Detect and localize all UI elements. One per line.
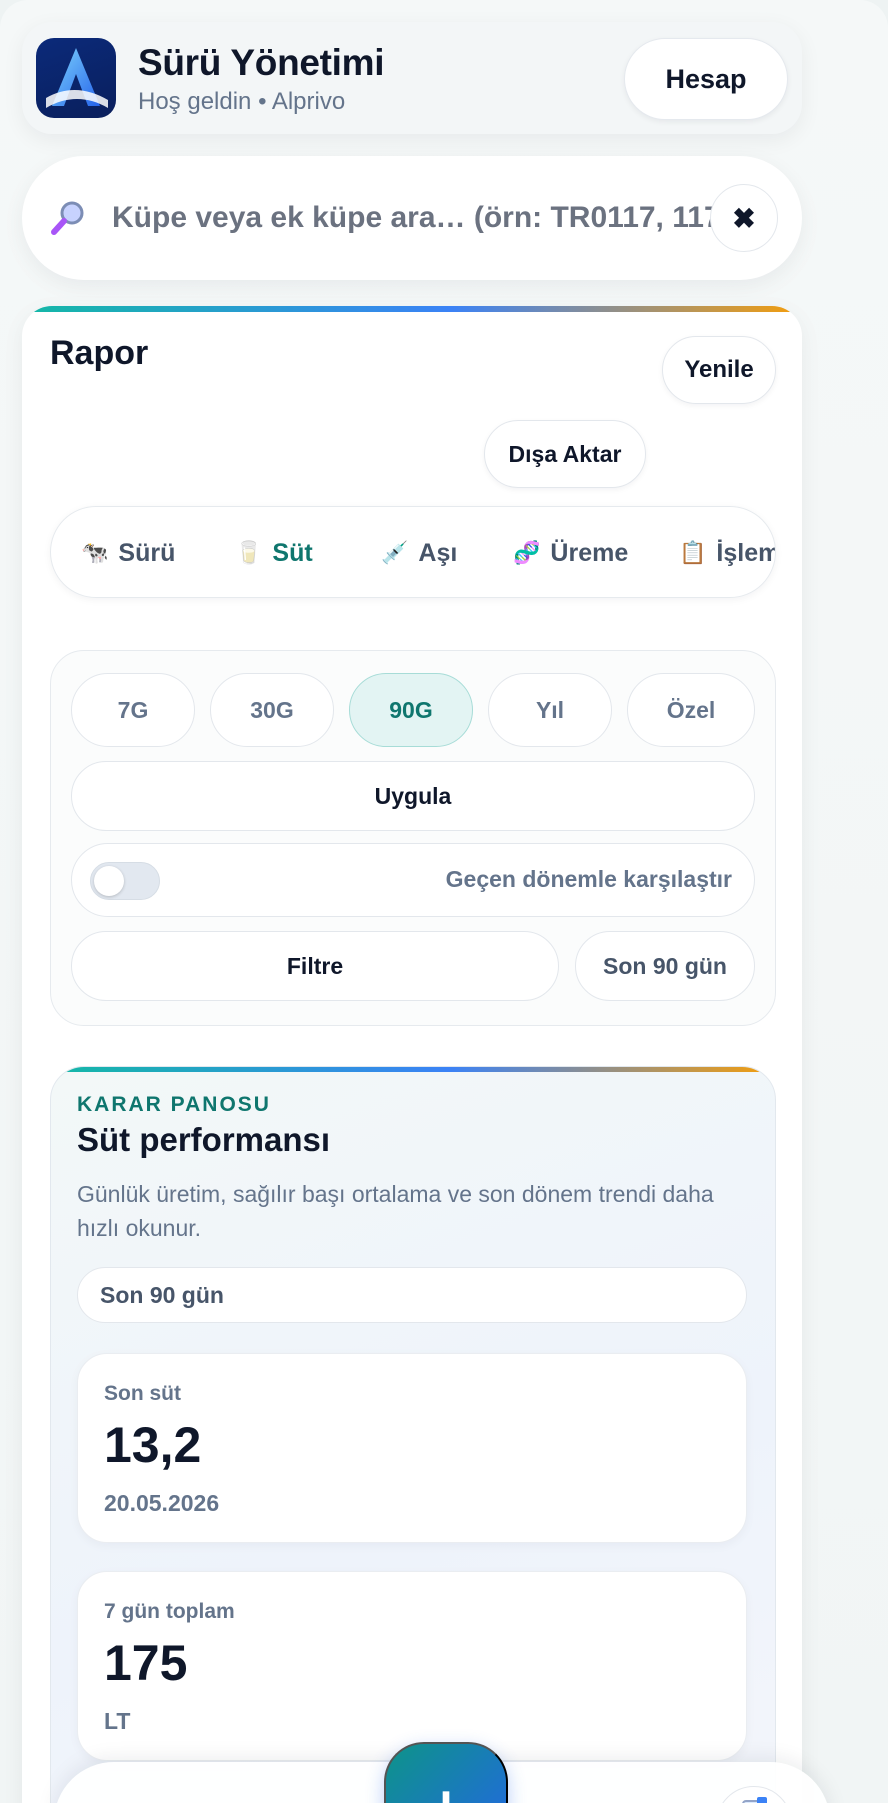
apply-button[interactable]: Uygula xyxy=(71,761,755,831)
compare-label: Geçen dönemle karşılaştır xyxy=(445,866,732,892)
tab-label: Süt xyxy=(272,538,313,567)
stat-value: 13,2 xyxy=(104,1417,202,1473)
report-card: Rapor Yenile Dışa Aktar 🐄 Sürü 🥛 Süt 💉 A… xyxy=(22,306,802,1803)
range-30g-button[interactable]: 30G xyxy=(210,673,334,747)
add-fab-button[interactable]: + xyxy=(384,1742,508,1803)
app-header: Sürü Yönetimi Hoş geldin • Alprivo Hesap xyxy=(22,22,802,134)
stat-label: 7 gün toplam xyxy=(104,1600,235,1623)
stat-date: 20.05.2026 xyxy=(104,1490,220,1516)
decision-description: Günlük üretim, sağılır başı ortalama ve … xyxy=(77,1181,714,1241)
stat-card-last-milk: Son süt 13,2 20.05.2026 xyxy=(77,1353,747,1543)
tab-sut[interactable]: 🥛 Süt xyxy=(235,507,313,597)
decision-eyebrow: KARAR PANOSU xyxy=(77,1093,271,1116)
document-icon[interactable] xyxy=(716,1786,792,1803)
range-yil-button[interactable]: Yıl xyxy=(488,673,612,747)
filter-button[interactable]: Filtre xyxy=(71,931,559,1001)
dna-icon: 🧬 xyxy=(513,540,541,565)
account-button[interactable]: Hesap xyxy=(624,38,788,120)
tab-suru[interactable]: 🐄 Sürü xyxy=(81,507,176,597)
export-button[interactable]: Dışa Aktar xyxy=(484,420,646,488)
cow-icon: 🐄 xyxy=(81,540,109,565)
decision-title: Süt performansı xyxy=(77,1121,331,1158)
stat-label: Son süt xyxy=(104,1382,181,1405)
period-chip: Son 90 gün xyxy=(77,1267,747,1323)
decision-panel: KARAR PANOSU Süt performansı Günlük üret… xyxy=(50,1066,776,1803)
app-screen: Sürü Yönetimi Hoş geldin • Alprivo Hesap… xyxy=(0,0,888,1803)
clipboard-icon: 📋 xyxy=(679,540,707,565)
tab-ureme[interactable]: 🧬 Üreme xyxy=(513,507,629,597)
tab-label: İşlemler xyxy=(716,538,775,567)
tab-label: Üreme xyxy=(550,538,629,567)
compare-toggle[interactable] xyxy=(90,862,160,900)
app-title: Sürü Yönetimi xyxy=(138,42,385,83)
milk-icon: 🥛 xyxy=(235,540,263,565)
range-90g-button[interactable]: 90G xyxy=(349,673,473,747)
clear-search-button[interactable]: ✖ xyxy=(710,184,778,252)
refresh-button[interactable]: Yenile xyxy=(662,336,776,404)
compare-row: Geçen dönemle karşılaştır xyxy=(71,843,755,917)
report-tabs: 🐄 Sürü 🥛 Süt 💉 Aşı 🧬 Üreme 📋 İşlemler xyxy=(50,506,776,598)
report-title: Rapor xyxy=(50,334,149,372)
stat-value: 175 xyxy=(104,1635,188,1691)
search-input[interactable] xyxy=(112,186,712,250)
tab-label: Aşı xyxy=(418,538,458,567)
toggle-knob xyxy=(94,866,124,896)
filter-panel: 7G 30G 90G Yıl Özel Uygula Geçen dönemle… xyxy=(50,650,776,1026)
range-7g-button[interactable]: 7G xyxy=(71,673,195,747)
syringe-icon: 💉 xyxy=(381,540,409,565)
app-logo-icon xyxy=(36,38,116,118)
range-ozel-button[interactable]: Özel xyxy=(627,673,755,747)
search-bar: ✖ xyxy=(22,156,802,280)
stat-unit: LT xyxy=(104,1708,131,1734)
tab-label: Sürü xyxy=(118,538,176,567)
tab-islemler[interactable]: 📋 İşlemler xyxy=(679,507,775,597)
tab-asi[interactable]: 💉 Aşı xyxy=(381,507,458,597)
period-button[interactable]: Son 90 gün xyxy=(575,931,755,1001)
welcome-subtitle: Hoş geldin • Alprivo xyxy=(138,88,346,115)
stat-card-7day-total: 7 gün toplam 175 LT xyxy=(77,1571,747,1761)
magnifier-icon xyxy=(51,201,84,235)
